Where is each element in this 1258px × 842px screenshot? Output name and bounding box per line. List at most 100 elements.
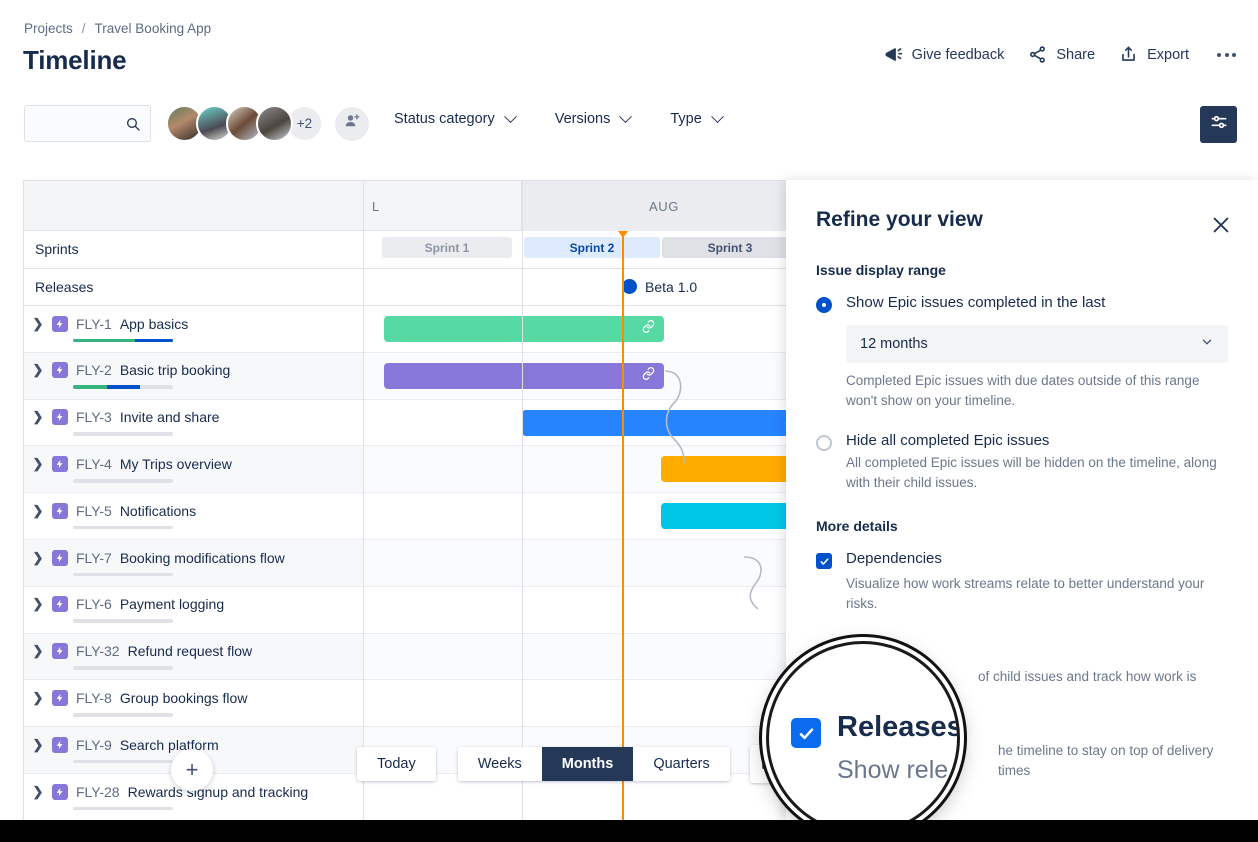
expand-caret-icon[interactable]: ❯ — [32, 316, 44, 332]
breadcrumb-projects[interactable]: Projects — [24, 21, 73, 36]
completed-range-select[interactable]: 12 months — [846, 325, 1228, 363]
epic-row[interactable]: ❯ FLY-32 Refund request flow — [24, 634, 363, 681]
epic-row[interactable]: ❯ FLY-5 Notifications — [24, 493, 363, 540]
month-header-cell: L — [364, 181, 522, 231]
timeline-bar[interactable] — [522, 410, 807, 436]
timeline-scale-segmented: Weeks Months Quarters — [458, 747, 730, 781]
radio-unselected-icon[interactable] — [816, 435, 832, 451]
checkbox-dependencies-option[interactable]: Dependencies — [816, 550, 1228, 569]
more-actions-button[interactable] — [1213, 47, 1240, 63]
radio-hide-completed-label: Hide all completed Epic issues — [846, 432, 1049, 451]
expand-caret-icon[interactable]: ❯ — [32, 596, 44, 612]
epic-key: FLY-5 — [76, 503, 112, 519]
release-marker-icon[interactable] — [622, 279, 637, 294]
epic-key: FLY-7 — [76, 550, 112, 566]
share-icon — [1028, 45, 1047, 64]
expand-caret-icon[interactable]: ❯ — [32, 784, 44, 800]
radio-show-completed-option[interactable]: Show Epic issues completed in the last — [816, 294, 1228, 313]
epic-name: Refund request flow — [128, 643, 253, 659]
share-button[interactable]: Share — [1028, 45, 1095, 64]
epic-key: FLY-2 — [76, 362, 112, 378]
show-completed-help-text: Completed Epic issues with due dates out… — [846, 371, 1216, 410]
export-label: Export — [1147, 47, 1189, 63]
link-icon[interactable] — [641, 366, 656, 386]
expand-caret-icon[interactable]: ❯ — [32, 409, 44, 425]
epic-row[interactable]: ❯ FLY-3 Invite and share — [24, 400, 363, 447]
checkbox-dependencies-label: Dependencies — [846, 550, 942, 569]
scale-months-button[interactable]: Months — [542, 747, 634, 781]
epic-row[interactable]: ❯ FLY-1 App basics — [24, 306, 363, 353]
expand-caret-icon[interactable]: ❯ — [32, 456, 44, 472]
epic-row[interactable]: ❯ FLY-7 Booking modifications flow — [24, 540, 363, 587]
expand-caret-icon[interactable]: ❯ — [32, 737, 44, 753]
expand-caret-icon[interactable]: ❯ — [32, 643, 44, 659]
filter-status-category-label: Status category — [394, 111, 495, 127]
epic-icon — [52, 737, 68, 753]
magnified-releases-help: Show rele — [837, 756, 948, 785]
breadcrumb-project[interactable]: Travel Booking App — [95, 21, 212, 36]
add-epic-button[interactable]: + — [171, 749, 213, 791]
radio-show-completed-label: Show Epic issues completed in the last — [846, 294, 1105, 313]
export-icon — [1119, 45, 1138, 64]
filter-versions-label: Versions — [555, 111, 611, 127]
epic-icon — [52, 690, 68, 706]
epic-key: FLY-28 — [76, 784, 120, 800]
page-title: Timeline — [23, 45, 126, 76]
radio-hide-completed-option[interactable]: Hide all completed Epic issues — [816, 432, 1228, 451]
epic-icon — [52, 362, 68, 378]
epic-row[interactable]: ❯ FLY-4 My Trips overview — [24, 446, 363, 493]
search-box[interactable] — [24, 105, 151, 142]
scale-weeks-button[interactable]: Weeks — [458, 747, 542, 781]
epic-icon — [52, 316, 68, 332]
today-button[interactable]: Today — [357, 747, 436, 781]
epic-name: App basics — [120, 316, 188, 332]
share-label: Share — [1056, 47, 1095, 63]
checkbox-checked-icon[interactable] — [816, 553, 832, 569]
export-button[interactable]: Export — [1119, 45, 1189, 64]
expand-caret-icon[interactable]: ❯ — [32, 550, 44, 566]
releases-label: Releases — [24, 269, 363, 307]
epic-progress-bar — [73, 385, 173, 389]
epic-progress-bar — [73, 666, 173, 670]
search-input[interactable] — [25, 116, 125, 131]
filter-type[interactable]: Type — [668, 105, 723, 133]
sprint-band[interactable]: Sprint 2 — [524, 237, 660, 258]
epic-progress-bar — [73, 479, 173, 483]
close-panel-button[interactable] — [1210, 214, 1232, 241]
give-feedback-button[interactable]: Give feedback — [884, 45, 1005, 64]
epic-icon — [52, 503, 68, 519]
filter-status-category[interactable]: Status category — [392, 105, 517, 133]
releases-help-text: he timeline to stay on top of delivery t… — [998, 741, 1228, 780]
filter-versions[interactable]: Versions — [553, 105, 633, 133]
sprint-band[interactable]: Sprint 1 — [382, 237, 512, 258]
avatar[interactable] — [256, 105, 293, 142]
epic-key: FLY-6 — [76, 596, 112, 612]
epic-row[interactable]: ❯ FLY-8 Group bookings flow — [24, 680, 363, 727]
panel-title: Refine your view — [816, 208, 1228, 232]
link-icon[interactable] — [641, 319, 656, 339]
expand-caret-icon[interactable]: ❯ — [32, 690, 44, 706]
epic-row[interactable]: ❯ FLY-2 Basic trip booking — [24, 353, 363, 400]
refine-view-toggle-button[interactable] — [1200, 106, 1237, 143]
add-people-button[interactable] — [335, 107, 369, 141]
megaphone-icon — [884, 45, 903, 64]
chevron-down-icon — [620, 110, 633, 123]
epic-progress-bar — [73, 760, 173, 764]
expand-caret-icon[interactable]: ❯ — [32, 362, 44, 378]
chevron-down-icon — [1200, 335, 1214, 353]
timeline-zoom-controls: Today Weeks Months Quarters — [357, 745, 788, 783]
epic-name: Invite and share — [120, 409, 220, 425]
radio-selected-icon[interactable] — [816, 297, 832, 313]
epic-key: FLY-1 — [76, 316, 112, 332]
epic-key: FLY-32 — [76, 643, 120, 659]
completed-range-value: 12 months — [860, 336, 928, 352]
timeline-issue-list: Sprints Releases ❯ FLY-1 App basics ❯ FL… — [24, 181, 364, 820]
sprint-band[interactable]: Sprint 3 — [662, 237, 798, 258]
scale-quarters-button[interactable]: Quarters — [633, 747, 729, 781]
sprints-label: Sprints — [24, 231, 363, 269]
magnifier-content: Releases Show rele — [769, 644, 957, 832]
epic-row[interactable]: ❯ FLY-6 Payment logging — [24, 587, 363, 634]
magnified-checkbox-checked-icon[interactable] — [791, 718, 821, 748]
expand-caret-icon[interactable]: ❯ — [32, 503, 44, 519]
column-divider — [522, 181, 523, 820]
